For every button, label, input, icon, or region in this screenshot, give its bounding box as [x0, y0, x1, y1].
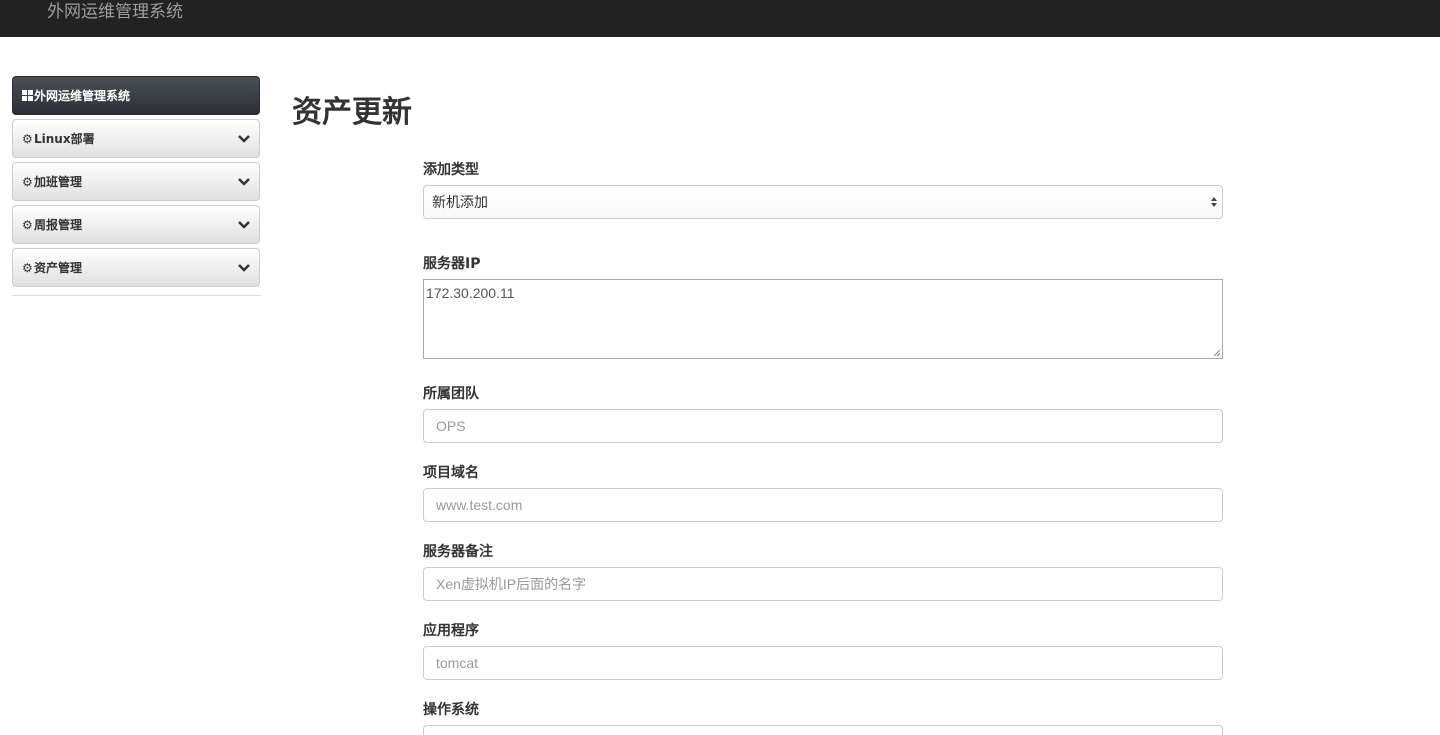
sidebar: 外网运维管理系统 ⚙ Linux部署 ⚙ 加班管理 ⚙ 周报管理 ⚙ 资产管理 [12, 76, 261, 296]
team-label: 所属团队 [423, 386, 479, 402]
cog-icon: ⚙ [22, 175, 33, 189]
os-label: 操作系统 [423, 702, 479, 718]
sidebar-item-label: Linux部署 [34, 132, 95, 146]
server-ip-textarea[interactable]: 172.30.200.11 [423, 279, 1223, 359]
sidebar-item-label: 周报管理 [34, 218, 83, 232]
add-type-value: 新机添加 [432, 194, 488, 210]
select-arrows-icon [1211, 197, 1217, 207]
remark-field[interactable] [423, 567, 1223, 601]
sidebar-item-label: 外网运维管理系统 [34, 89, 131, 103]
sidebar-item-label: 资产管理 [34, 261, 83, 275]
team-input[interactable] [436, 411, 1210, 441]
chevron-down-icon [238, 221, 250, 229]
domain-label: 项目域名 [423, 465, 479, 481]
sidebar-item-home[interactable]: 外网运维管理系统 [12, 76, 260, 115]
app-field[interactable] [423, 646, 1223, 680]
chevron-down-icon [238, 264, 250, 272]
cog-icon: ⚙ [22, 261, 33, 275]
chevron-down-icon [238, 135, 250, 143]
server-ip-value: 172.30.200.11 [426, 285, 515, 301]
add-type-select[interactable]: 新机添加 [423, 185, 1223, 219]
resize-handle-icon[interactable] [1213, 349, 1221, 357]
app-label: 应用程序 [423, 623, 479, 639]
sidebar-item-assets[interactable]: ⚙ 资产管理 [12, 248, 260, 287]
grid-icon [22, 89, 34, 103]
team-field[interactable] [423, 409, 1223, 443]
page-title: 资产更新 [292, 95, 412, 130]
sidebar-item-weekly-report[interactable]: ⚙ 周报管理 [12, 205, 260, 244]
sidebar-item-label: 加班管理 [34, 175, 83, 189]
remark-input[interactable] [436, 569, 1210, 599]
sidebar-item-linux-deploy[interactable]: ⚙ Linux部署 [12, 119, 260, 158]
chevron-down-icon [238, 178, 250, 186]
cog-icon: ⚙ [22, 218, 33, 232]
navbar-brand[interactable]: 外网运维管理系统 [47, 1, 183, 23]
domain-input[interactable] [436, 490, 1210, 520]
os-field[interactable] [423, 725, 1223, 735]
top-navbar: 外网运维管理系统 [0, 0, 1440, 37]
sidebar-item-overtime[interactable]: ⚙ 加班管理 [12, 162, 260, 201]
add-type-label: 添加类型 [423, 162, 479, 178]
app-input[interactable] [436, 648, 1210, 678]
remark-label: 服务器备注 [423, 544, 493, 560]
cog-icon: ⚙ [22, 132, 33, 146]
domain-field[interactable] [423, 488, 1223, 522]
server-ip-label: 服务器IP [423, 256, 481, 272]
